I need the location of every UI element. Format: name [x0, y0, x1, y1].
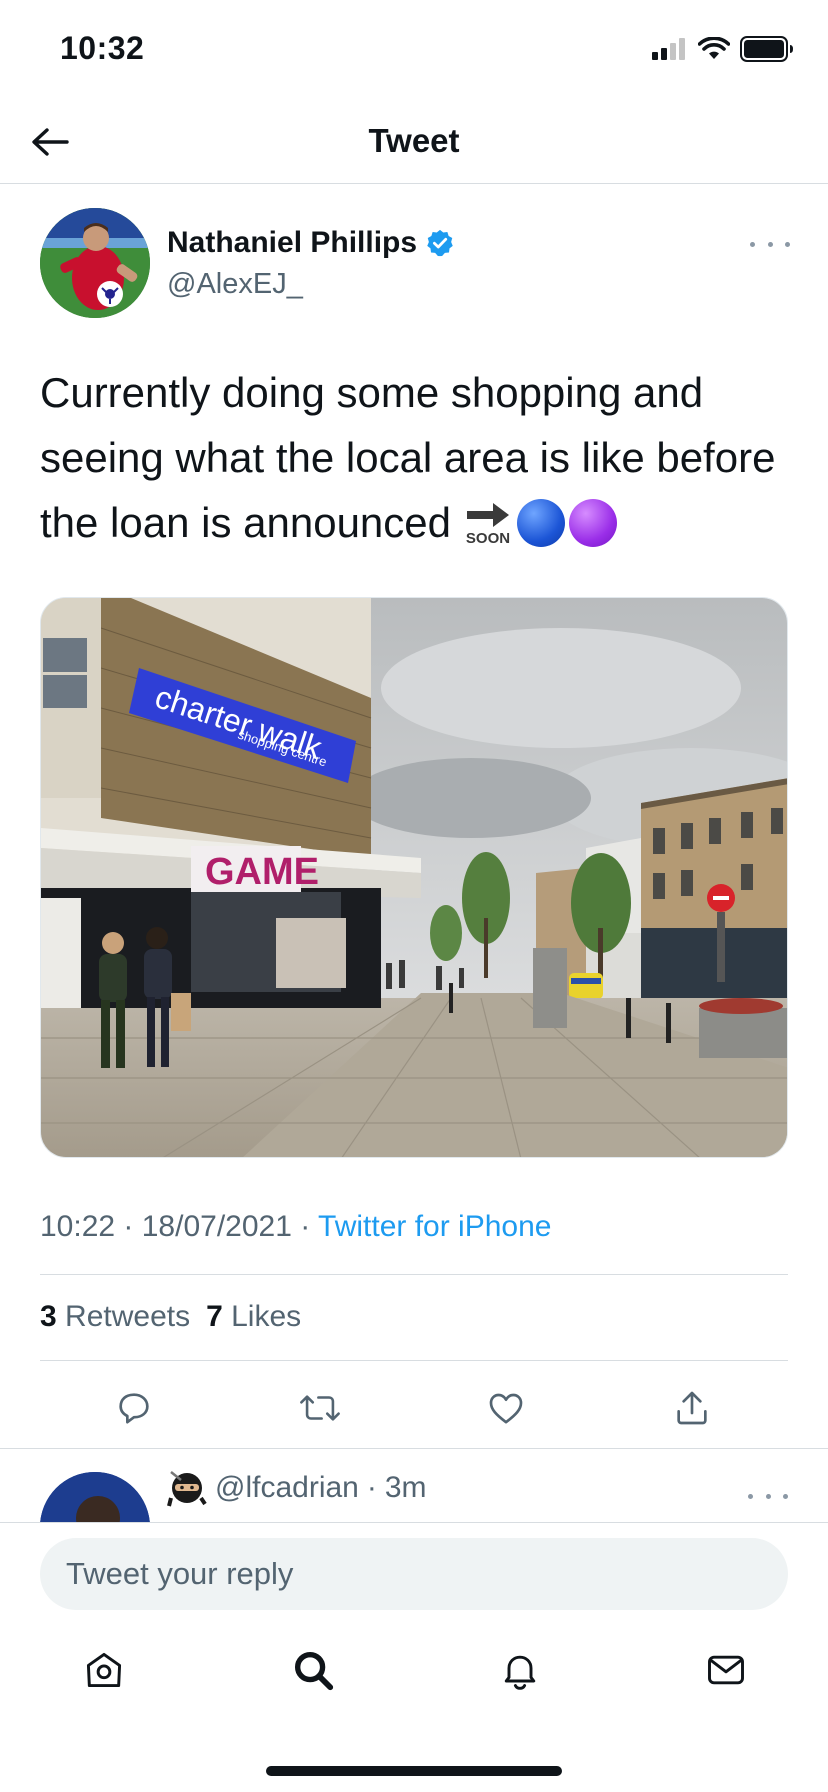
retweet-button[interactable]	[292, 1380, 348, 1436]
bottom-tab-bar	[0, 1640, 828, 1720]
tweet-source-link[interactable]: Twitter for iPhone	[318, 1210, 551, 1243]
retweets-stat[interactable]: 3 Retweets	[40, 1300, 190, 1334]
page-title: Tweet	[368, 122, 460, 159]
soon-label: SOON	[466, 530, 510, 545]
reply-button[interactable]	[106, 1380, 162, 1436]
tweet-stats: 3 Retweets 7 Likes	[40, 1300, 301, 1334]
home-indicator	[266, 1766, 562, 1776]
tab-notifications[interactable]	[490, 1640, 550, 1700]
tweet-media-image[interactable]: charter walk shopping centre GAME	[40, 597, 788, 1158]
reply-time: 3m	[384, 1471, 427, 1504]
divider	[0, 1522, 828, 1523]
tab-messages[interactable]	[696, 1640, 756, 1700]
divider	[0, 1448, 828, 1449]
blue-circle-emoji	[516, 499, 565, 547]
like-button[interactable]	[478, 1380, 534, 1436]
status-time: 10:32	[60, 30, 145, 66]
likes-count: 7	[206, 1300, 223, 1333]
status-icons	[652, 36, 794, 62]
sign-game: GAME	[205, 851, 319, 893]
ninja-emoji	[167, 1471, 207, 1507]
avatar-image	[40, 208, 150, 318]
notifications-icon	[504, 1655, 536, 1690]
divider	[40, 1274, 788, 1275]
verified-badge-icon	[427, 229, 453, 257]
likes-label: Likes	[231, 1300, 302, 1333]
reply-preview[interactable]: @lfcadrian · 3m	[0, 1450, 828, 1522]
tab-home[interactable]	[74, 1640, 134, 1700]
reply-composer	[0, 1522, 828, 1626]
status-bar: 10:32	[0, 0, 828, 100]
soon-arrow-emoji: SOON	[466, 503, 510, 545]
retweets-count: 3	[40, 1300, 57, 1333]
tab-search[interactable]	[283, 1640, 343, 1700]
search-icon	[294, 1651, 334, 1691]
reply-handle[interactable]: @lfcadrian	[215, 1471, 359, 1505]
more-options-button[interactable]	[750, 234, 790, 254]
signal-icon	[652, 38, 685, 60]
likes-stat[interactable]: 7 Likes	[206, 1300, 301, 1334]
wifi-icon	[698, 37, 730, 59]
street-photo: charter walk shopping centre GAME	[41, 598, 787, 1157]
like-icon	[489, 1393, 523, 1424]
tweet-author: Nathaniel Phillips @AlexEJ_	[40, 208, 790, 320]
reply-header: @lfcadrian · 3m	[167, 1468, 427, 1508]
nav-bar: Tweet	[0, 100, 828, 184]
retweets-label: Retweets	[65, 1300, 191, 1333]
share-icon	[677, 1391, 707, 1425]
purple-circle-emoji	[568, 499, 617, 547]
author-avatar[interactable]	[40, 208, 150, 318]
author-name[interactable]: Nathaniel Phillips	[167, 226, 417, 260]
tweet-time: 10:22	[40, 1210, 116, 1243]
battery-icon	[740, 36, 793, 62]
retweet-icon	[300, 1395, 340, 1421]
author-handle[interactable]: @AlexEJ_	[167, 268, 303, 301]
tweet-text: Currently doing some shopping and seeing…	[40, 360, 790, 555]
home-icon	[86, 1652, 122, 1688]
reply-avatar[interactable]	[40, 1472, 150, 1522]
tweet-meta: 10:22 · 18/07/2021 · Twitter for iPhone	[40, 1210, 552, 1243]
reply-more-options-button[interactable]	[748, 1486, 788, 1506]
reply-separator: ·	[366, 1471, 377, 1504]
reply-icon	[119, 1393, 149, 1424]
tweet-date: 18/07/2021	[141, 1210, 292, 1243]
share-button[interactable]	[664, 1380, 720, 1436]
reply-input[interactable]	[40, 1538, 788, 1610]
tweet-body: Currently doing some shopping and seeing…	[40, 369, 776, 546]
messages-icon	[708, 1655, 744, 1685]
divider	[40, 1360, 788, 1361]
tweet-actions	[40, 1380, 788, 1436]
